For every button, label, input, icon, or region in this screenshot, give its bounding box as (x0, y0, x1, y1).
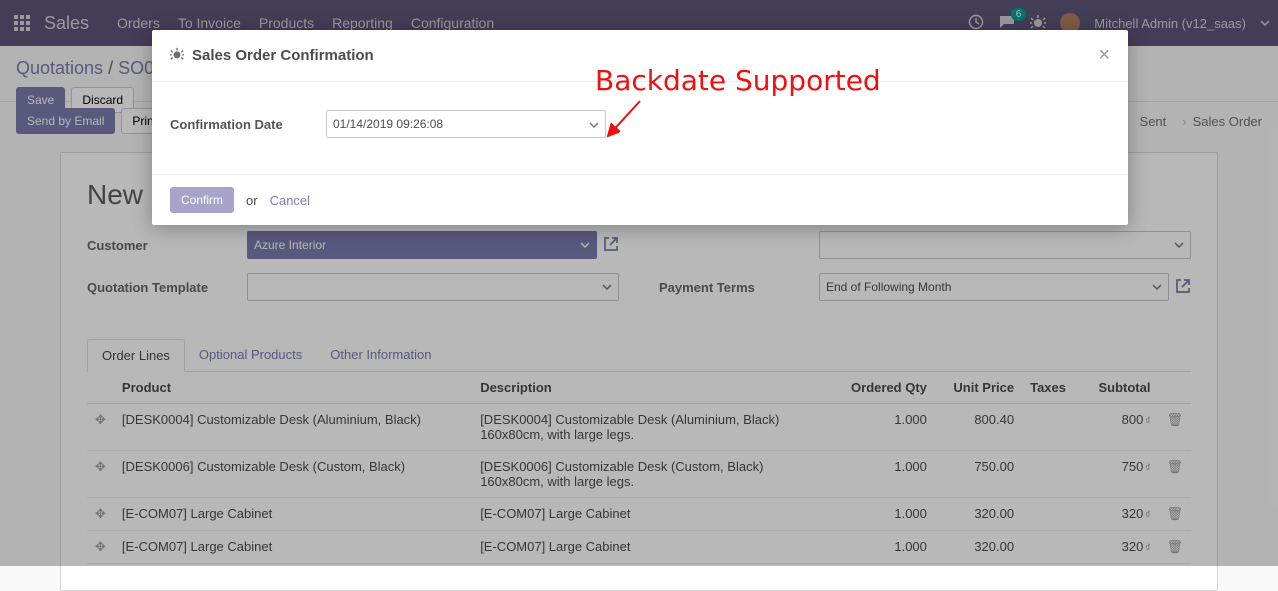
confirmation-date-label: Confirmation Date (170, 117, 326, 132)
annotation-text: Backdate Supported (595, 64, 881, 97)
modal-title: Sales Order Confirmation (192, 47, 374, 64)
close-icon[interactable]: × (1098, 44, 1110, 67)
annotation-arrow-icon (600, 96, 650, 146)
confirm-button[interactable]: Confirm (170, 187, 234, 213)
chevron-down-icon (589, 120, 599, 130)
or-text: or (246, 193, 258, 208)
cancel-link[interactable]: Cancel (270, 193, 310, 208)
confirmation-date-value: 01/14/2019 09:26:08 (333, 117, 443, 131)
confirmation-date-input[interactable]: 01/14/2019 09:26:08 (326, 110, 606, 138)
bug-icon (170, 47, 184, 65)
